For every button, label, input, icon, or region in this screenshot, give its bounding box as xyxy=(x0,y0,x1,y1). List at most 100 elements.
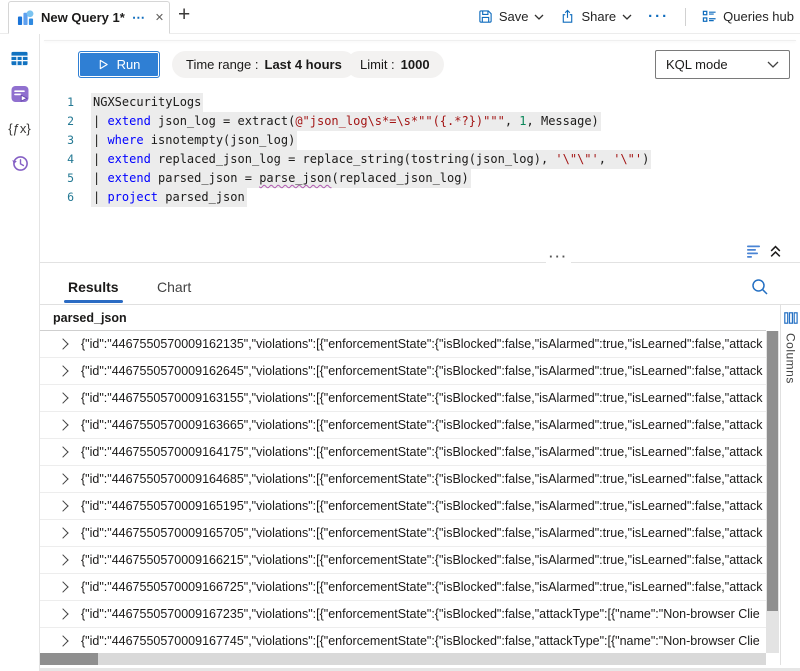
share-button[interactable]: Share xyxy=(560,9,632,24)
row-json-text: {"id":"4467550570009165195","violations"… xyxy=(81,499,766,513)
splitter-handle[interactable]: ··· xyxy=(546,250,571,263)
table-row[interactable]: {"id":"4467550570009165195","violations"… xyxy=(40,493,766,520)
more-actions-button[interactable]: ··· xyxy=(648,8,669,25)
columns-icon[interactable] xyxy=(784,312,798,324)
tab-more-icon[interactable]: ⋯ xyxy=(132,13,146,23)
vertical-scrollbar-thumb[interactable] xyxy=(767,331,778,611)
saved-scripts-icon[interactable] xyxy=(10,84,30,104)
column-header-parsed-json[interactable]: parsed_json xyxy=(40,305,766,331)
code-text: | extend replaced_json_log = replace_str… xyxy=(91,150,651,169)
results-tab-strip: Results Chart xyxy=(40,279,191,305)
row-json-text: {"id":"4467550570009163155","violations"… xyxy=(81,391,766,405)
code-text: | extend json_log = extract(@"json_log\s… xyxy=(91,112,601,131)
code-line[interactable]: 6| project parsed_json xyxy=(40,188,800,207)
query-mode-dropdown[interactable]: KQL mode xyxy=(655,50,790,79)
expand-chevron-icon[interactable] xyxy=(57,635,68,646)
table-row[interactable]: {"id":"4467550570009164685","violations"… xyxy=(40,466,766,493)
format-lines-icon[interactable] xyxy=(746,245,762,258)
horizontal-scrollbar-thumb[interactable] xyxy=(40,653,98,665)
tab-title: New Query 1* xyxy=(41,10,125,25)
expand-chevron-icon[interactable] xyxy=(57,554,68,565)
table-row[interactable]: {"id":"4467550570009163155","violations"… xyxy=(40,385,766,412)
time-range-picker[interactable]: Time range : Last 4 hours xyxy=(172,51,356,78)
panel-splitter[interactable] xyxy=(40,262,800,263)
save-button[interactable]: Save xyxy=(478,9,545,24)
row-json-text: {"id":"4467550570009164685","violations"… xyxy=(81,472,766,486)
time-range-value: Last 4 hours xyxy=(265,57,342,72)
queries-hub-icon xyxy=(702,9,717,24)
table-row[interactable]: {"id":"4467550570009162135","violations"… xyxy=(40,331,766,358)
expand-chevron-icon[interactable] xyxy=(57,527,68,538)
table-row[interactable]: {"id":"4467550570009166725","violations"… xyxy=(40,574,766,601)
tab-results[interactable]: Results xyxy=(68,279,119,303)
table-row[interactable]: {"id":"4467550570009167235","violations"… xyxy=(40,601,766,628)
code-text: | project parsed_json xyxy=(91,188,247,207)
row-json-text: {"id":"4467550570009166215","violations"… xyxy=(81,553,766,567)
columns-panel-label: Columns xyxy=(784,333,798,384)
queries-hub-button[interactable]: Queries hub xyxy=(702,9,794,24)
collapse-editor-icon[interactable] xyxy=(769,245,782,258)
adx-query-icon xyxy=(17,9,34,26)
code-lines: 1NGXSecurityLogs2| extend json_log = ext… xyxy=(40,93,800,207)
code-line[interactable]: 3| where isnotempty(json_log) xyxy=(40,131,800,150)
editor-tools xyxy=(746,245,782,258)
columns-panel-strip[interactable]: Columns xyxy=(780,305,800,665)
chevron-down-icon xyxy=(622,14,632,20)
queries-hub-label: Queries hub xyxy=(723,9,794,24)
expand-chevron-icon[interactable] xyxy=(57,338,68,349)
expand-chevron-icon[interactable] xyxy=(57,608,68,619)
left-sidebar: {ƒx} xyxy=(0,34,40,671)
code-line[interactable]: 5| extend parsed_json = parse_json(repla… xyxy=(40,169,800,188)
row-json-text: {"id":"4467550570009167235","violations"… xyxy=(81,607,766,621)
time-range-label: Time range : xyxy=(186,57,259,72)
vertical-scrollbar[interactable] xyxy=(766,331,779,653)
horizontal-scrollbar[interactable] xyxy=(40,653,766,665)
table-row[interactable]: {"id":"4467550570009163665","violations"… xyxy=(40,412,766,439)
expand-chevron-icon[interactable] xyxy=(57,392,68,403)
code-text: | where isnotempty(json_log) xyxy=(91,131,297,150)
new-tab-button[interactable]: + xyxy=(178,3,190,27)
table-row[interactable]: {"id":"4467550570009167745","violations"… xyxy=(40,628,766,653)
query-panel-top-edge xyxy=(44,40,796,41)
expand-chevron-icon[interactable] xyxy=(57,446,68,457)
history-icon[interactable] xyxy=(10,153,30,173)
search-icon[interactable] xyxy=(750,277,770,297)
query-editor[interactable]: 1NGXSecurityLogs2| extend json_log = ext… xyxy=(40,93,800,245)
results-rows: {"id":"4467550570009162135","violations"… xyxy=(40,331,766,653)
row-json-text: {"id":"4467550570009163665","violations"… xyxy=(81,418,766,432)
table-row[interactable]: {"id":"4467550570009165705","violations"… xyxy=(40,520,766,547)
query-mode-value: KQL mode xyxy=(666,57,728,72)
chevron-down-icon xyxy=(767,61,779,68)
share-icon xyxy=(560,9,575,24)
code-line[interactable]: 4| extend replaced_json_log = replace_st… xyxy=(40,150,800,169)
code-text: | extend parsed_json = parse_json(replac… xyxy=(91,169,471,188)
run-button[interactable]: Run xyxy=(78,51,160,78)
limit-value: 1000 xyxy=(401,57,430,72)
tab-bar: New Query 1* ⋯ ✕ + Save xyxy=(0,0,800,34)
column-header-label: parsed_json xyxy=(53,311,127,325)
functions-icon[interactable]: {ƒx} xyxy=(8,121,30,136)
expand-chevron-icon[interactable] xyxy=(57,500,68,511)
row-json-text: {"id":"4467550570009165705","violations"… xyxy=(81,526,766,540)
tab-close-icon[interactable]: ✕ xyxy=(155,11,164,24)
code-text: NGXSecurityLogs xyxy=(91,93,203,112)
table-row[interactable]: {"id":"4467550570009164175","violations"… xyxy=(40,439,766,466)
top-actions: Save Share ··· xyxy=(478,0,794,33)
row-json-text: {"id":"4467550570009162645","violations"… xyxy=(81,364,766,378)
line-number: 1 xyxy=(40,93,91,112)
table-explorer-icon[interactable] xyxy=(10,50,29,67)
expand-chevron-icon[interactable] xyxy=(57,419,68,430)
share-label: Share xyxy=(581,9,616,24)
code-line[interactable]: 2| extend json_log = extract(@"json_log\… xyxy=(40,112,800,131)
table-row[interactable]: {"id":"4467550570009162645","violations"… xyxy=(40,358,766,385)
expand-chevron-icon[interactable] xyxy=(57,365,68,376)
code-line[interactable]: 1NGXSecurityLogs xyxy=(40,93,800,112)
run-label: Run xyxy=(117,57,141,72)
query-tab[interactable]: New Query 1* ⋯ ✕ xyxy=(8,1,170,34)
limit-picker[interactable]: Limit : 1000 xyxy=(346,51,444,78)
line-number: 3 xyxy=(40,131,91,150)
table-row[interactable]: {"id":"4467550570009166215","violations"… xyxy=(40,547,766,574)
expand-chevron-icon[interactable] xyxy=(57,473,68,484)
tab-chart[interactable]: Chart xyxy=(157,279,191,303)
expand-chevron-icon[interactable] xyxy=(57,581,68,592)
